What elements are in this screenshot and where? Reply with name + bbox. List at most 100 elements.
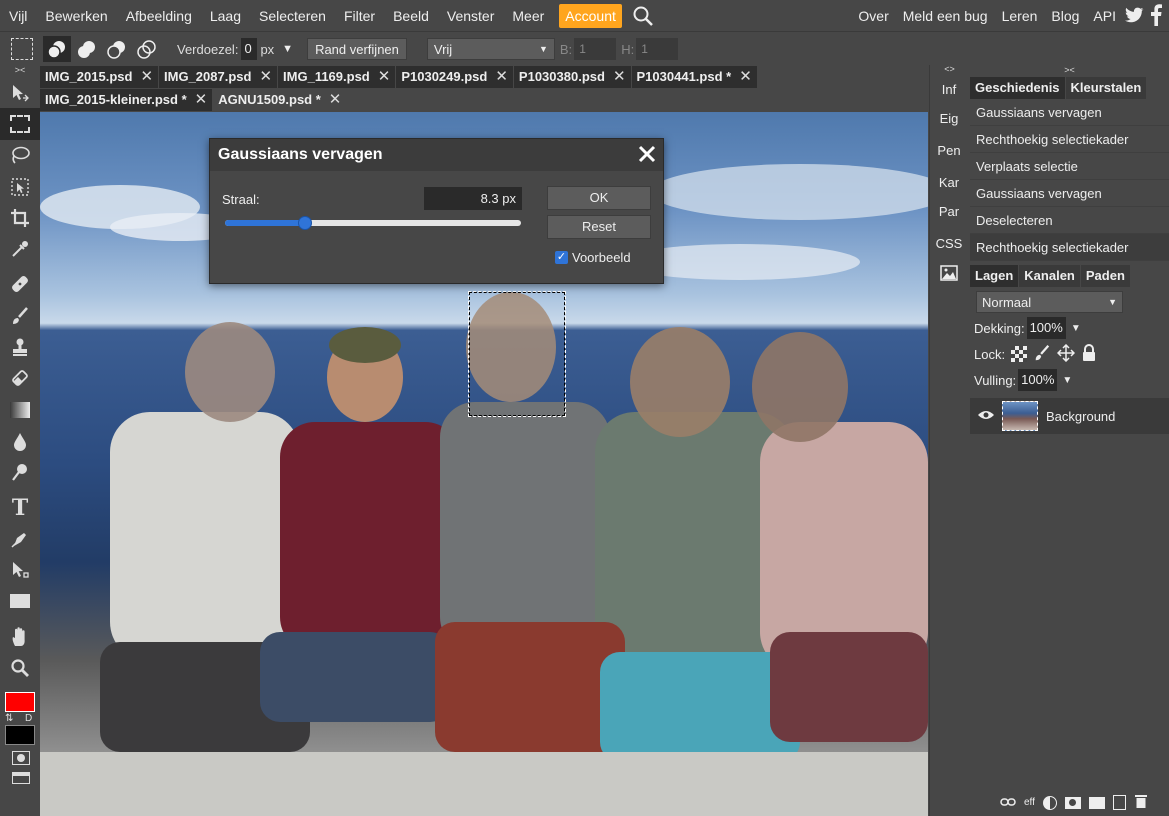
feather-dropdown-icon[interactable]: ▼: [282, 43, 293, 55]
selection-mode-subtract-icon[interactable]: [103, 36, 131, 62]
menu-api[interactable]: API: [1086, 4, 1123, 28]
lock-position-icon[interactable]: [1057, 343, 1076, 365]
new-folder-icon[interactable]: [1088, 796, 1105, 809]
selection-mode-add-icon[interactable]: [73, 36, 101, 62]
slider-thumb[interactable]: [297, 216, 312, 230]
lasso-tool-icon[interactable]: [0, 140, 40, 171]
document-tab[interactable]: P1030249.psd ✕: [396, 66, 514, 88]
close-icon[interactable]: ✕: [739, 66, 752, 88]
hand-tool-icon[interactable]: [0, 621, 40, 652]
type-tool-icon[interactable]: T: [0, 492, 40, 523]
radius-slider[interactable]: [225, 216, 521, 230]
crop-tool-icon[interactable]: [0, 202, 40, 233]
close-icon[interactable]: ✕: [495, 66, 508, 88]
panel-properties-button[interactable]: Eig: [930, 104, 968, 133]
image-icon[interactable]: [930, 258, 968, 287]
radius-input[interactable]: 8.3 px: [424, 187, 522, 210]
document-tab[interactable]: IMG_2087.psd ✕: [159, 66, 279, 88]
close-icon[interactable]: ✕: [378, 66, 391, 88]
reset-button[interactable]: Reset: [547, 215, 651, 239]
menu-vijl[interactable]: Vijl: [0, 4, 36, 28]
facebook-icon[interactable]: [1149, 4, 1169, 28]
menu-meer[interactable]: Meer: [503, 4, 553, 28]
new-layer-icon[interactable]: [1112, 795, 1126, 810]
lock-all-icon[interactable]: [1081, 343, 1097, 365]
fill-input[interactable]: 100%: [1018, 369, 1058, 391]
lock-pixels-icon[interactable]: [1033, 344, 1051, 365]
zoom-tool-icon[interactable]: [0, 652, 40, 683]
adjustment-layer-icon[interactable]: [1042, 795, 1057, 810]
panel-brush-button[interactable]: Pen: [930, 136, 968, 165]
history-item[interactable]: Rechthoekig selectiekader: [970, 126, 1169, 153]
history-item[interactable]: Gaussiaans vervagen: [970, 180, 1169, 207]
marquee-tool-icon[interactable]: [11, 38, 33, 60]
refine-edge-button[interactable]: Rand verfijnen: [307, 38, 407, 60]
selection-mode-intersect-icon[interactable]: [133, 36, 161, 62]
document-tab[interactable]: IMG_2015-kleiner.psd * ✕: [40, 89, 214, 111]
menu-venster[interactable]: Venster: [438, 4, 503, 28]
tab-swatches[interactable]: Kleurstalen: [1065, 77, 1147, 99]
close-icon[interactable]: ✕: [613, 66, 626, 88]
search-icon[interactable]: [632, 5, 654, 27]
brush-tool-icon[interactable]: [0, 300, 40, 331]
lock-transparency-icon[interactable]: [1011, 346, 1028, 362]
menu-filter[interactable]: Filter: [335, 4, 384, 28]
style-select[interactable]: Vrij ▼: [426, 38, 555, 60]
document-tab[interactable]: P1030380.psd ✕: [513, 66, 632, 88]
document-tab[interactable]: P1030441.psd * ✕: [631, 66, 758, 88]
document-tab-active[interactable]: AGNU1509.psd * ✕: [213, 89, 348, 111]
eraser-tool-icon[interactable]: [0, 363, 40, 394]
close-icon[interactable]: [637, 144, 657, 164]
pen-tool-icon[interactable]: [0, 523, 40, 554]
close-icon[interactable]: ✕: [140, 66, 153, 88]
opacity-dropdown-icon[interactable]: ▼: [1071, 323, 1081, 334]
quick-selection-tool-icon[interactable]: [0, 171, 40, 202]
shape-tool-icon[interactable]: [0, 586, 40, 617]
stamp-tool-icon[interactable]: [0, 331, 40, 362]
layer-effects-button[interactable]: eff: [1024, 797, 1035, 808]
tab-paths[interactable]: Paden: [1080, 265, 1130, 287]
move-tool-icon[interactable]: [0, 77, 40, 108]
preview-checkbox[interactable]: ✓: [555, 251, 568, 264]
menu-over[interactable]: Over: [851, 4, 895, 28]
close-icon[interactable]: ✕: [329, 89, 342, 111]
eyedropper-tool-icon[interactable]: [0, 233, 40, 264]
eye-icon[interactable]: [977, 409, 995, 424]
menu-bewerken[interactable]: Bewerken: [36, 4, 116, 28]
close-icon[interactable]: ✕: [259, 66, 272, 88]
panel-css-button[interactable]: CSS: [930, 229, 968, 258]
menu-leren[interactable]: Leren: [995, 4, 1045, 28]
feather-input[interactable]: 0: [241, 38, 258, 60]
menu-selecteren[interactable]: Selecteren: [250, 4, 335, 28]
tab-channels[interactable]: Kanalen: [1019, 265, 1080, 287]
dodge-tool-icon[interactable]: [0, 457, 40, 488]
right-panels-collapse[interactable]: ><: [970, 65, 1169, 77]
document-tab[interactable]: IMG_1169.psd ✕: [278, 66, 397, 88]
layer-row[interactable]: Background: [970, 398, 1169, 434]
delete-layer-icon[interactable]: [1134, 793, 1148, 812]
healing-brush-tool-icon[interactable]: [0, 269, 40, 300]
blur-tool-icon[interactable]: [0, 425, 40, 456]
close-icon[interactable]: ✕: [195, 89, 208, 111]
blend-mode-select[interactable]: Normaal ▼: [976, 291, 1123, 313]
mini-panel-collapse[interactable]: <>: [930, 65, 969, 75]
panel-info-button[interactable]: Inf: [930, 75, 968, 104]
twitter-icon[interactable]: [1123, 4, 1147, 28]
link-layers-icon[interactable]: [1000, 795, 1016, 810]
width-input[interactable]: 1: [574, 38, 617, 60]
path-selection-tool-icon[interactable]: [0, 554, 40, 585]
marquee-tool-icon[interactable]: [0, 108, 40, 140]
menu-afbeelding[interactable]: Afbeelding: [117, 4, 201, 28]
history-item[interactable]: Verplaats selectie: [970, 153, 1169, 180]
toolbar-collapse[interactable]: ><: [0, 65, 40, 77]
default-colors-button[interactable]: D: [25, 713, 32, 724]
screen-mode-icon[interactable]: [12, 772, 30, 784]
gradient-tool-icon[interactable]: [0, 394, 40, 425]
tab-layers[interactable]: Lagen: [970, 265, 1019, 287]
opacity-input[interactable]: 100%: [1026, 317, 1066, 339]
background-color-swatch[interactable]: [5, 725, 35, 745]
selection-mode-new-icon[interactable]: [43, 36, 71, 62]
layer-mask-icon[interactable]: [1064, 796, 1081, 809]
menu-beeld[interactable]: Beeld: [384, 4, 438, 28]
history-item[interactable]: Gaussiaans vervagen: [970, 99, 1169, 126]
